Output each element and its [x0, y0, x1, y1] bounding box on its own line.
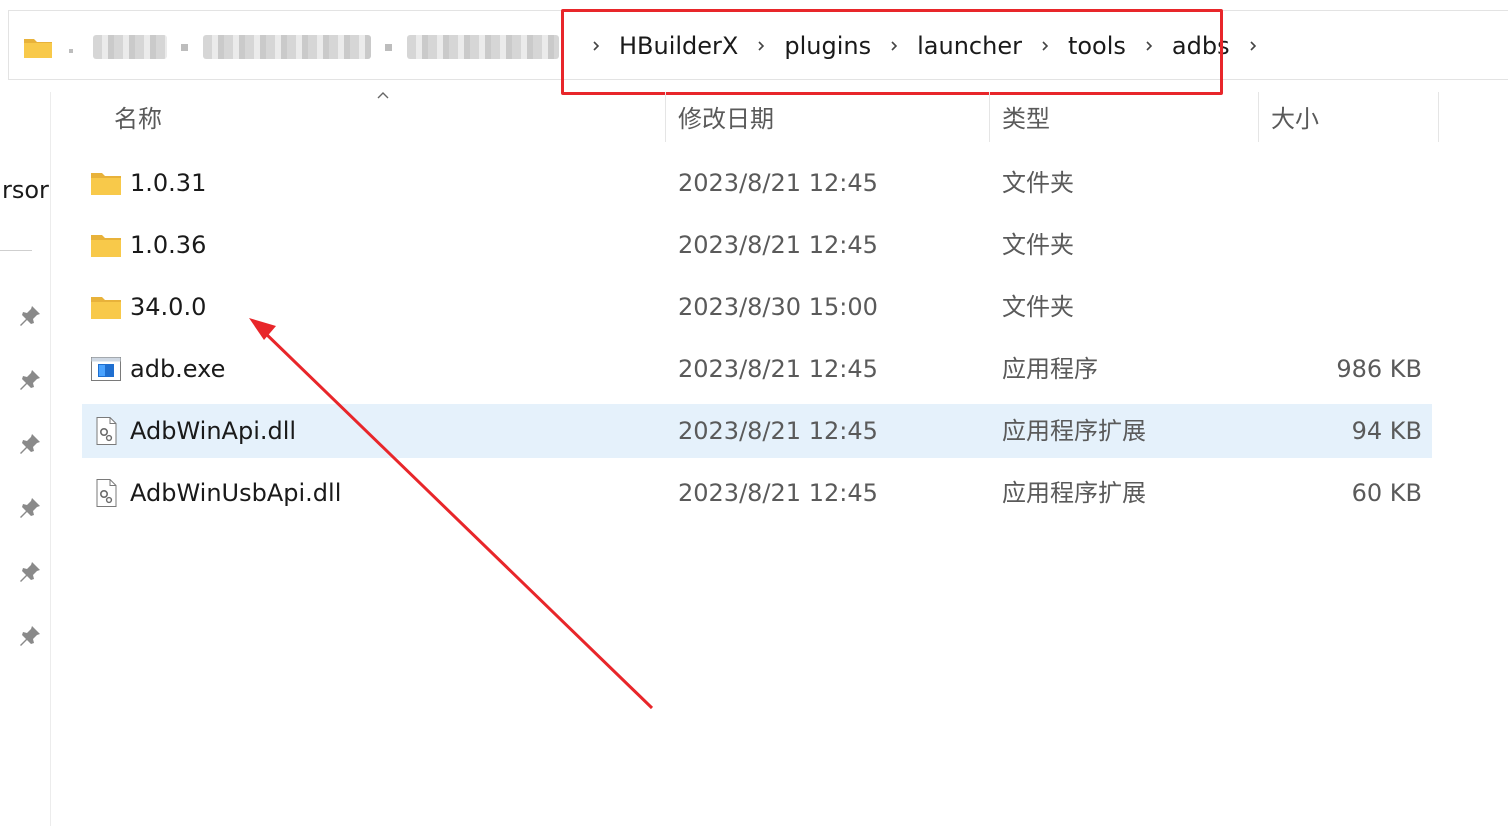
- breadcrumb-item-adbs[interactable]: adbs: [1164, 32, 1238, 60]
- file-row[interactable]: 1.0.36 2023/8/21 12:45 文件夹: [82, 218, 1432, 272]
- blurred-path-separator: [181, 44, 188, 51]
- file-modified-date: 2023/8/21 12:45: [678, 355, 878, 383]
- file-type: 文件夹: [1002, 293, 1074, 321]
- file-modified-date: 2023/8/21 12:45: [678, 231, 878, 259]
- file-modified-date: 2023/8/21 12:45: [678, 417, 878, 445]
- pin-icon[interactable]: [18, 304, 42, 328]
- dll-file-icon: [96, 479, 117, 507]
- column-header-name[interactable]: 名称: [114, 100, 162, 140]
- file-size: 60 KB: [1351, 479, 1422, 507]
- file-modified-date: 2023/8/21 12:45: [678, 169, 878, 197]
- file-type: 文件夹: [1002, 231, 1074, 259]
- column-divider[interactable]: [1438, 92, 1439, 142]
- file-modified-date: 2023/8/30 15:00: [678, 293, 878, 321]
- pin-icon[interactable]: [18, 560, 42, 584]
- folder-icon: [91, 173, 121, 195]
- file-type: 应用程序: [1002, 355, 1098, 383]
- chevron-right-icon[interactable]: [888, 40, 900, 52]
- blurred-path-separator: [385, 44, 392, 51]
- chevron-right-icon[interactable]: [1247, 40, 1259, 52]
- file-size: 986 KB: [1336, 355, 1422, 383]
- column-header-type[interactable]: 类型: [1002, 100, 1050, 140]
- file-name: AdbWinUsbApi.dll: [130, 479, 342, 507]
- dll-file-icon: [96, 417, 117, 445]
- folder-icon: [91, 297, 121, 319]
- file-row-selected[interactable]: AdbWinApi.dll 2023/8/21 12:45 应用程序扩展 94 …: [82, 404, 1432, 458]
- blurred-path-segment: [203, 35, 371, 59]
- chevron-right-icon[interactable]: [755, 40, 767, 52]
- blurred-path-segment: [93, 35, 167, 59]
- file-name: 1.0.31: [130, 169, 207, 197]
- file-row[interactable]: adb.exe 2023/8/21 12:45 应用程序 986 KB: [82, 342, 1432, 396]
- navigation-pane: rsor: [0, 92, 51, 826]
- pin-icon[interactable]: [18, 624, 42, 648]
- pin-icon[interactable]: [18, 496, 42, 520]
- chevron-right-icon[interactable]: [590, 40, 602, 52]
- file-name: adb.exe: [130, 355, 226, 383]
- file-size: 94 KB: [1351, 417, 1422, 445]
- breadcrumb: HBuilderX plugins launcher tools adbs: [581, 11, 1268, 81]
- nav-item-label[interactable]: rsor: [2, 176, 49, 204]
- file-name: AdbWinApi.dll: [130, 417, 297, 445]
- column-divider[interactable]: [665, 92, 666, 142]
- application-icon: [91, 357, 121, 381]
- blurred-path-segment: [69, 49, 73, 53]
- nav-divider: [0, 250, 32, 251]
- file-type: 应用程序扩展: [1002, 479, 1146, 507]
- file-row[interactable]: 34.0.0 2023/8/30 15:00 文件夹: [82, 280, 1432, 334]
- breadcrumb-item-launcher[interactable]: launcher: [909, 32, 1030, 60]
- file-row[interactable]: 1.0.31 2023/8/21 12:45 文件夹: [82, 156, 1432, 210]
- folder-icon: [91, 235, 121, 257]
- file-name: 34.0.0: [130, 293, 207, 321]
- chevron-right-icon[interactable]: [1143, 40, 1155, 52]
- file-row[interactable]: AdbWinUsbApi.dll 2023/8/21 12:45 应用程序扩展 …: [82, 466, 1432, 520]
- column-header-modified[interactable]: 修改日期: [678, 100, 774, 140]
- address-bar[interactable]: HBuilderX plugins launcher tools adbs: [8, 10, 1508, 80]
- file-type: 应用程序扩展: [1002, 417, 1146, 445]
- folder-icon: [23, 35, 53, 63]
- breadcrumb-item-plugins[interactable]: plugins: [776, 32, 879, 60]
- breadcrumb-item-hbuilderx[interactable]: HBuilderX: [611, 32, 746, 60]
- file-type: 文件夹: [1002, 169, 1074, 197]
- pin-icon[interactable]: [18, 368, 42, 392]
- blurred-path-segment: [407, 35, 559, 59]
- pin-icon[interactable]: [18, 432, 42, 456]
- file-name: 1.0.36: [130, 231, 207, 259]
- chevron-right-icon[interactable]: [1039, 40, 1051, 52]
- column-header-size[interactable]: 大小: [1271, 100, 1319, 140]
- column-divider[interactable]: [1258, 92, 1259, 142]
- file-explorer-window: HBuilderX plugins launcher tools adbs rs…: [0, 0, 1508, 826]
- breadcrumb-item-tools[interactable]: tools: [1060, 32, 1134, 60]
- column-divider[interactable]: [989, 92, 990, 142]
- file-modified-date: 2023/8/21 12:45: [678, 479, 878, 507]
- chevron-up-icon: [377, 92, 389, 99]
